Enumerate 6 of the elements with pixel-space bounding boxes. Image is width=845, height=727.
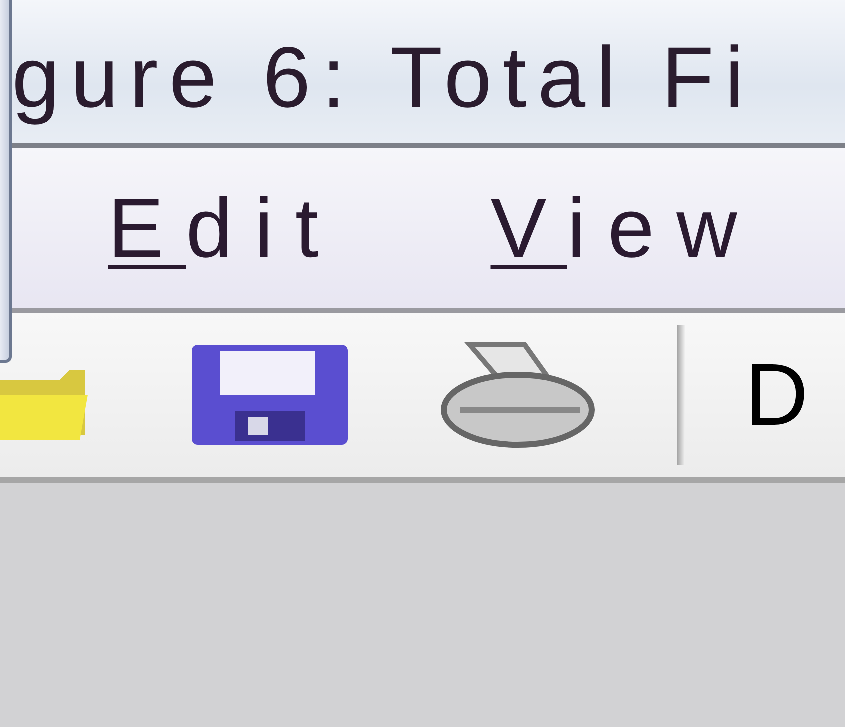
menu-item[interactable]: E dit (108, 180, 341, 276)
window-title: gure 6: Total Fi (12, 29, 756, 128)
printer-icon[interactable] (440, 340, 595, 450)
menu-item[interactable]: V iew (490, 180, 760, 276)
toolbar-label: D (745, 344, 809, 446)
save-icon[interactable] (190, 342, 350, 448)
